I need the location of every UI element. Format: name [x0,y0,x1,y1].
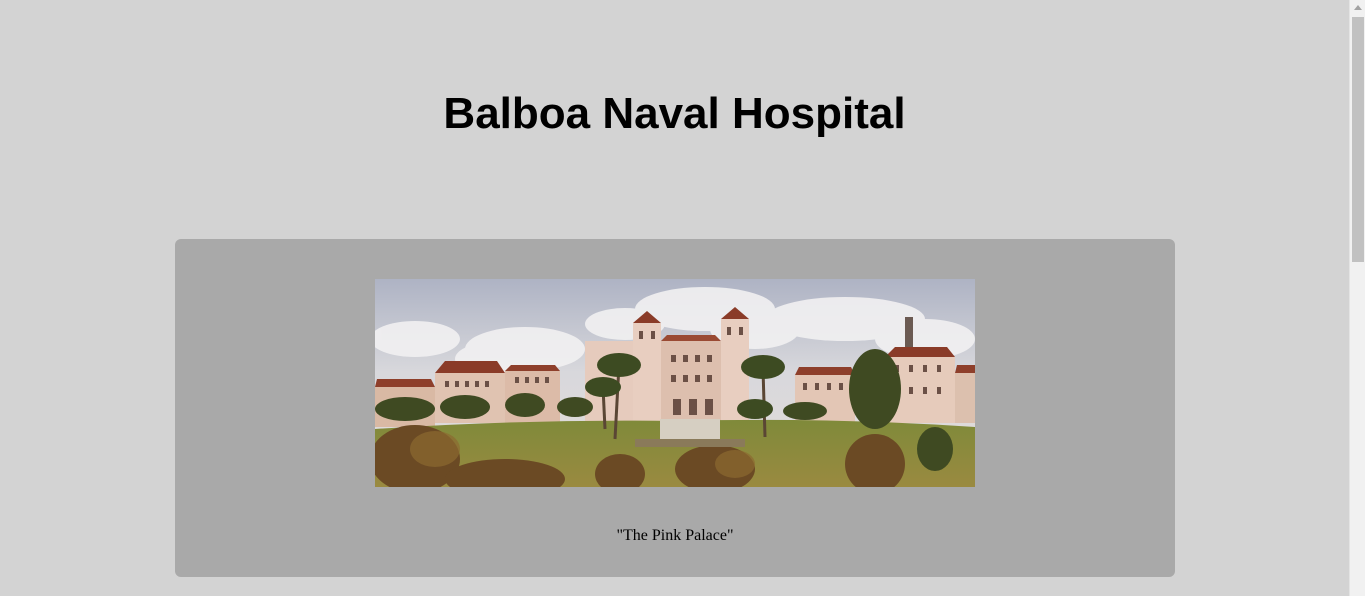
page-title: Balboa Naval Hospital [443,89,906,138]
scrollbar-thumb[interactable] [1352,17,1364,262]
hospital-photo-image [375,279,975,487]
chevron-up-icon[interactable] [1354,5,1362,10]
vertical-scrollbar[interactable] [1349,0,1365,596]
photo-caption: "The Pink Palace" [616,527,734,544]
photo-card: "The Pink Palace" [175,239,1175,577]
hospital-photo [375,279,975,487]
browser-viewport: Balboa Naval Hospital "The Pink Palace" [0,0,1365,596]
